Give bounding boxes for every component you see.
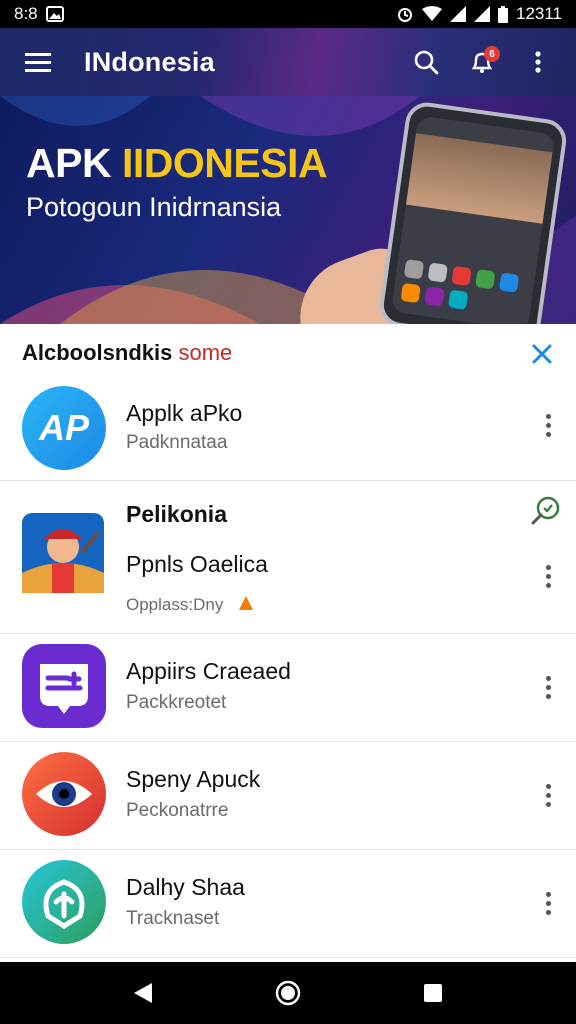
notification-badge: 6 <box>484 46 500 62</box>
list-item[interactable]: Appiirs Craeaed Packkreotet <box>0 634 576 742</box>
phone-photo <box>405 133 553 224</box>
banner-title-part2: IIDONESIA <box>121 140 328 186</box>
search-icon <box>414 50 439 75</box>
purple-app-icon <box>22 644 106 728</box>
recents-button[interactable] <box>409 969 457 1017</box>
app-subtitle: Opplass:Dny <box>126 595 224 614</box>
more-options-button[interactable] <box>538 410 558 440</box>
home-circle-icon <box>275 980 301 1006</box>
list-title-main: Alcboolsndkis <box>22 340 173 365</box>
alarm-icon <box>396 5 414 23</box>
banner-title: APK IIDONESIA <box>26 140 328 187</box>
close-icon <box>532 344 552 364</box>
ap-logo-text: AP <box>38 407 89 448</box>
more-options-button[interactable] <box>538 561 558 591</box>
back-triangle-icon <box>133 983 152 1003</box>
magnifier-check-icon <box>531 496 560 525</box>
list-title: Alcboolsndkis some <box>22 340 232 366</box>
system-navigation-bar <box>0 962 576 1024</box>
list-item[interactable]: AP Applk aPko Padknnataa <box>0 382 576 481</box>
app-subtitle: Peckonatrre <box>126 800 229 821</box>
status-bar: 8:8 12311 <box>0 0 576 28</box>
search-button[interactable] <box>402 38 450 86</box>
app-name: Pelikonia <box>126 501 227 527</box>
eye-app-icon <box>22 752 106 836</box>
phone-app-icons <box>400 259 527 318</box>
app-name: Appiirs Craeaed <box>126 658 291 684</box>
more-vertical-icon <box>535 51 541 73</box>
app-list: AP Applk aPko Padknnataa Pelikonia Ppnls… <box>0 382 576 958</box>
list-header: Alcboolsndkis some <box>0 324 576 382</box>
list-item[interactable]: Speny Apuck Peckonatrre <box>0 742 576 850</box>
more-options-button[interactable] <box>538 780 558 810</box>
phone-screen <box>390 115 556 324</box>
banner-subtitle: Potogoun Inidrnansia <box>26 192 282 222</box>
status-time: 8:8 <box>14 4 38 23</box>
cell-signal-2-icon <box>473 6 490 22</box>
app-name: Speny Apuck <box>126 766 261 792</box>
signal-app-icon <box>22 860 106 944</box>
more-options-button[interactable] <box>538 672 558 702</box>
hamburger-menu-icon <box>25 53 51 72</box>
wifi-icon <box>421 6 442 22</box>
home-button[interactable] <box>264 969 312 1017</box>
app-secondary-name: Ppnls Oaelica <box>126 551 268 577</box>
app-name: Dalhy Shaa <box>126 874 245 900</box>
app-subtitle: Padknnataa <box>126 432 228 453</box>
app-subtitle: Packkreotet <box>126 692 227 713</box>
banner-title-part1: APK <box>26 140 122 186</box>
cell-signal-icon <box>449 6 466 22</box>
list-item[interactable]: Pelikonia Ppnls Oaelica Opplass:Dny <box>0 481 576 634</box>
list-item[interactable]: Dalhy Shaa Tracknaset <box>0 850 576 958</box>
close-button[interactable] <box>526 338 558 370</box>
back-button[interactable] <box>119 969 167 1017</box>
ap-logo-icon: AP <box>22 386 106 470</box>
battery-icon <box>497 5 508 23</box>
promo-banner[interactable]: APK IIDONESIA Potogoun Inidrnansia <box>0 96 576 324</box>
more-options-button[interactable] <box>538 888 558 918</box>
app-subtitle: Tracknaset <box>126 908 220 929</box>
search-check-button[interactable] <box>530 495 562 527</box>
character-avatar-icon <box>22 513 104 593</box>
phone-illustration <box>377 99 569 324</box>
status-clock: 12311 <box>515 4 562 23</box>
recents-square-icon <box>424 984 443 1002</box>
app-name: Applk aPko <box>126 400 243 426</box>
app-bar: INdonesia 6 <box>0 28 576 96</box>
app-title: INdonesia <box>84 46 215 77</box>
list-title-accent: some <box>178 340 233 365</box>
gallery-icon <box>45 6 64 22</box>
overflow-menu-button[interactable] <box>514 38 562 86</box>
flame-icon <box>237 594 255 617</box>
notifications-button[interactable]: 6 <box>458 38 506 86</box>
menu-button[interactable] <box>14 38 62 86</box>
